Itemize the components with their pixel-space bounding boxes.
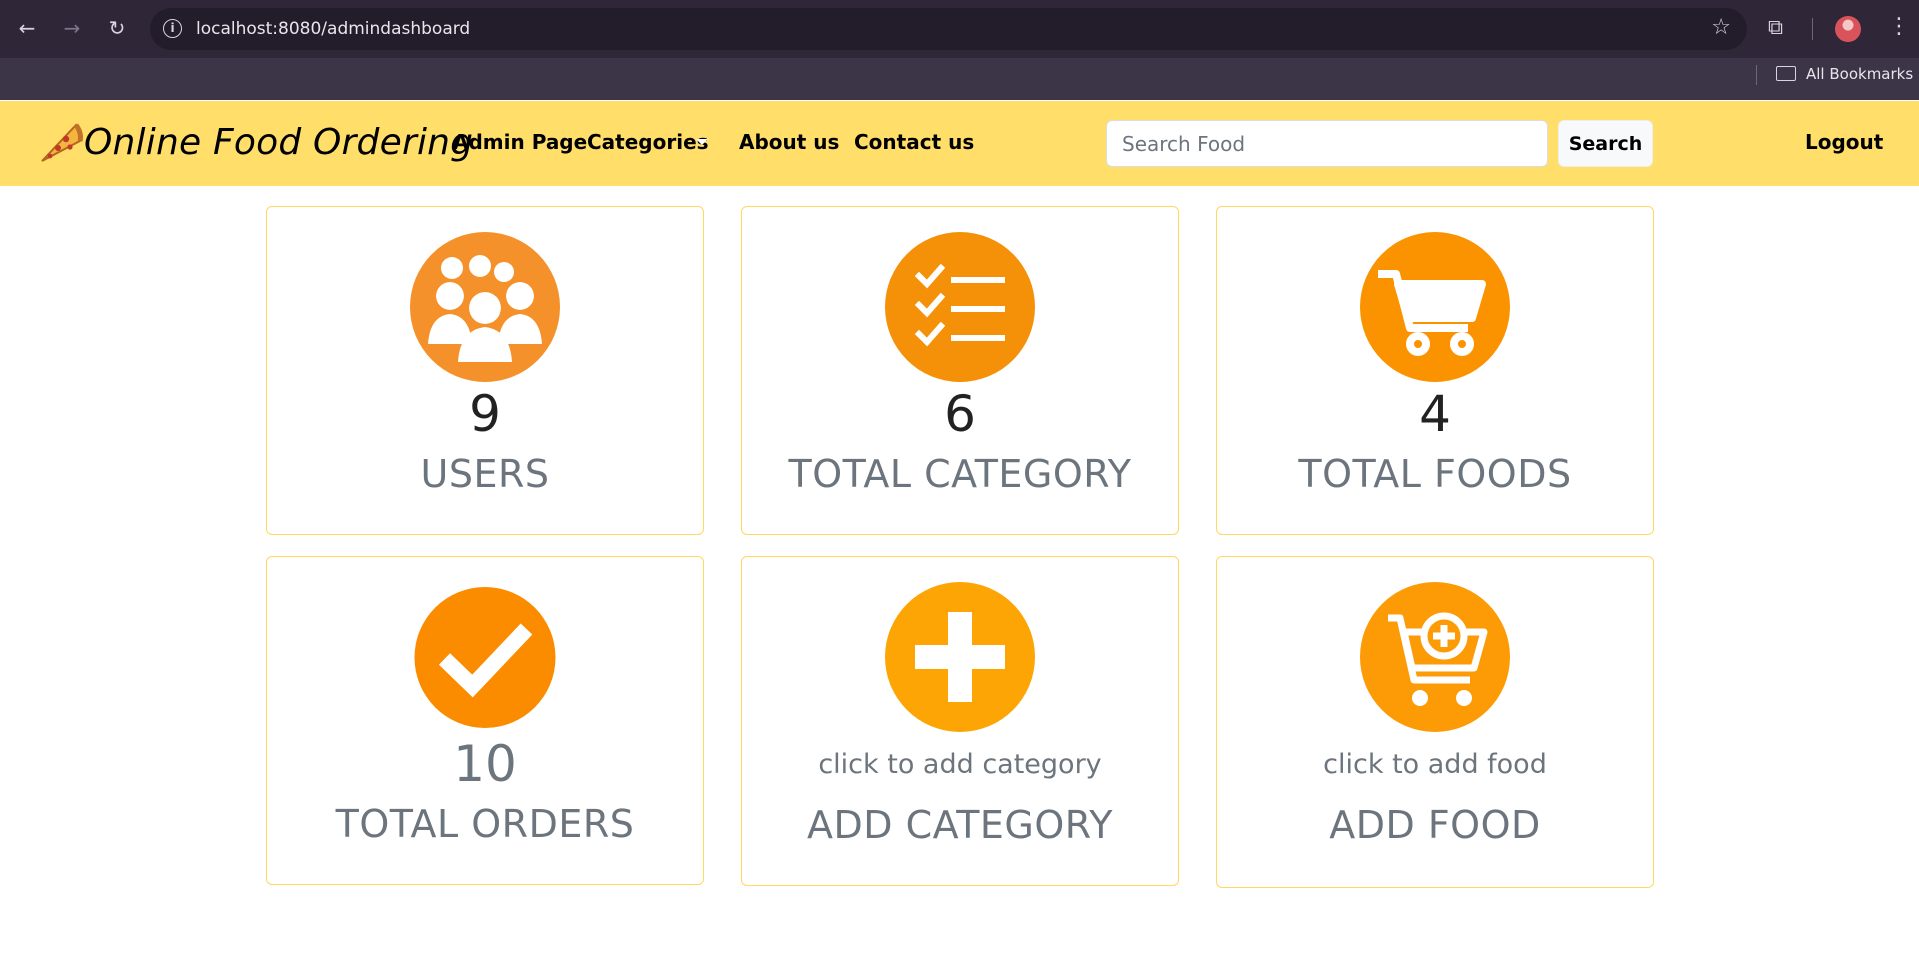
users-icon	[410, 232, 560, 382]
back-icon[interactable]: ←	[15, 16, 39, 40]
category-title: TOTAL CATEGORY	[788, 452, 1132, 496]
plus-icon	[885, 582, 1035, 732]
folder-icon[interactable]	[1776, 66, 1796, 81]
cart-add-icon	[1360, 582, 1510, 732]
search-input[interactable]	[1106, 120, 1548, 167]
add-food-card[interactable]: click to add food ADD FOOD	[1216, 556, 1654, 888]
nav-categories[interactable]: Categories	[587, 130, 709, 154]
extensions-icon[interactable]: ⧉	[1768, 15, 1783, 40]
cart-icon	[1360, 232, 1510, 382]
all-bookmarks-label[interactable]: All Bookmarks	[1806, 65, 1913, 83]
star-icon[interactable]: ☆	[1711, 15, 1731, 40]
site-navbar: Online Food Ordering Admin Page Categori…	[0, 101, 1919, 186]
foods-count: 4	[1419, 385, 1451, 443]
users-card[interactable]: 9 USERS	[266, 206, 704, 535]
reload-icon[interactable]: ↻	[105, 16, 129, 40]
orders-count: 10	[453, 735, 517, 793]
add-food-title: ADD FOOD	[1329, 803, 1541, 847]
add-food-hint: click to add food	[1323, 749, 1547, 780]
url-text[interactable]: localhost:8080/admindashboard	[196, 19, 470, 39]
nav-contact-us[interactable]: Contact us	[854, 130, 974, 154]
add-category-hint: click to add category	[818, 749, 1102, 780]
bookmarks-divider	[1756, 65, 1757, 85]
browser-chrome: ← → ↻ i localhost:8080/admindashboard ☆ …	[0, 0, 1919, 100]
total-foods-card[interactable]: 4 TOTAL FOODS	[1216, 206, 1654, 535]
nav-about-us[interactable]: About us	[739, 130, 839, 154]
users-count: 9	[469, 385, 501, 443]
chevron-down-icon[interactable]	[696, 139, 708, 145]
category-count: 6	[944, 385, 976, 443]
foods-title: TOTAL FOODS	[1298, 452, 1572, 496]
brand-title: Online Food Ordering	[84, 121, 474, 163]
orders-title: TOTAL ORDERS	[335, 802, 635, 846]
info-icon[interactable]: i	[163, 19, 182, 38]
nav-admin-page[interactable]: Admin Page	[453, 130, 587, 154]
forward-icon[interactable]: →	[60, 16, 84, 40]
total-category-card[interactable]: 6 TOTAL CATEGORY	[741, 206, 1179, 535]
logout-link[interactable]: Logout	[1805, 130, 1883, 154]
profile-avatar[interactable]	[1835, 16, 1861, 42]
check-icon	[414, 587, 556, 728]
users-title: USERS	[420, 452, 550, 496]
address-bar[interactable]: i localhost:8080/admindashboard ☆	[150, 8, 1747, 50]
add-category-title: ADD CATEGORY	[807, 803, 1113, 847]
brand[interactable]: Online Food Ordering	[36, 117, 473, 167]
menu-icon[interactable]: ⋮	[1888, 14, 1910, 39]
pizza-icon	[41, 123, 83, 162]
checklist-icon	[885, 232, 1035, 382]
add-category-card[interactable]: click to add category ADD CATEGORY	[741, 556, 1179, 886]
toolbar-divider	[1812, 18, 1813, 40]
total-orders-card[interactable]: 10 TOTAL ORDERS	[266, 556, 704, 885]
search-button[interactable]: Search	[1558, 120, 1653, 167]
